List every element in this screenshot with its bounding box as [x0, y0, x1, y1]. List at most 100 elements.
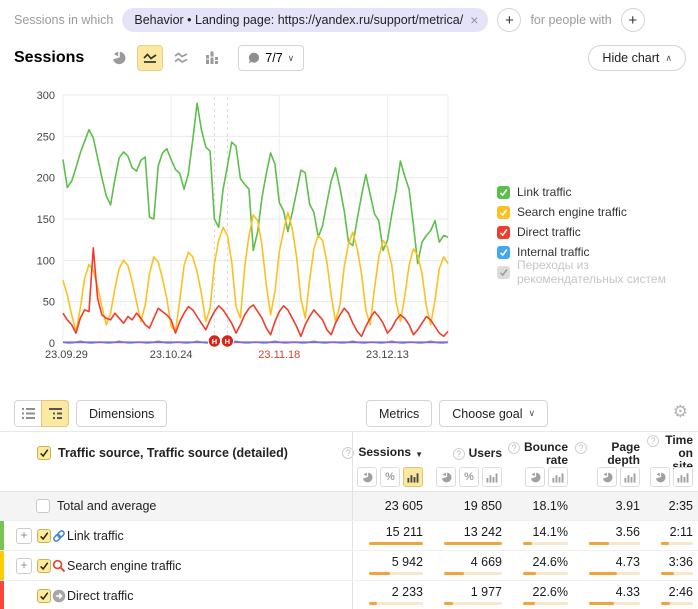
y-axis-tick-label: 50: [43, 297, 55, 309]
x-axis-tick-label: 23.09.29: [45, 349, 88, 361]
dimension-icons-spacer: [0, 463, 353, 491]
metric-value-cell: 13 242: [428, 526, 507, 545]
column-header-page-depth[interactable]: ?Page depth: [573, 439, 645, 467]
sessions-line-chart[interactable]: 05010015020025030023.09.2923.10.2423.11.…: [20, 85, 460, 365]
legend-item[interactable]: Переходы из рекомендательных систем: [497, 262, 698, 282]
add-people-condition-button[interactable]: +: [621, 8, 645, 32]
select-all-checkbox[interactable]: [37, 446, 51, 460]
help-question-icon[interactable]: ?: [453, 448, 465, 460]
note-pin[interactable]: Н: [221, 335, 233, 347]
legend-label: Link traffic: [517, 185, 571, 199]
pie-display-button[interactable]: [597, 467, 617, 487]
row-label[interactable]: Direct traffic: [0, 589, 133, 603]
y-axis-tick-label: 150: [37, 214, 55, 226]
metric-bar: [369, 602, 423, 605]
check-icon: [39, 591, 49, 601]
metrics-button[interactable]: Metrics: [366, 400, 432, 427]
hide-chart-button[interactable]: Hide chart ∧: [588, 45, 686, 71]
metric-bar: [589, 602, 640, 605]
pie-display-button[interactable]: [436, 467, 456, 487]
metric-value: 4.73: [581, 556, 640, 569]
chevron-down-icon: ∨: [288, 53, 295, 64]
legend-item[interactable]: Search engine traffic: [497, 202, 698, 222]
column-header-bounce-rate[interactable]: ?Bounce rate: [507, 439, 573, 467]
flat-list-icon: [22, 408, 35, 419]
add-session-condition-button[interactable]: +: [497, 8, 521, 32]
stacked-area-chart-type-button[interactable]: [168, 45, 194, 71]
row-checkbox[interactable]: [36, 499, 50, 513]
row-checkbox[interactable]: [37, 529, 51, 543]
dimensions-button[interactable]: Dimensions: [76, 400, 167, 427]
pie-display-button[interactable]: [357, 467, 377, 487]
flat-list-view-button[interactable]: [14, 400, 42, 427]
metric-value: 3.91: [581, 500, 640, 513]
pie-display-button[interactable]: [525, 467, 545, 487]
pie-icon: [362, 472, 373, 483]
row-label[interactable]: Total and average: [0, 499, 156, 513]
metric-value-cell: 18.1%: [507, 500, 573, 513]
check-icon: [499, 228, 508, 237]
metric-value: 18.1%: [515, 500, 568, 513]
legend-item[interactable]: Link traffic: [497, 182, 698, 202]
legend-checkbox[interactable]: [497, 246, 510, 259]
pie-display-button[interactable]: [650, 467, 670, 487]
column-chart-type-button[interactable]: [199, 45, 225, 71]
settings-gear-icon[interactable]: ⚙: [673, 403, 688, 420]
note-pin[interactable]: Н: [208, 335, 220, 347]
remove-segment-icon[interactable]: ×: [470, 13, 478, 27]
direct-arrow-icon: [52, 589, 66, 603]
line-chart-type-button[interactable]: [137, 45, 163, 71]
legend-checkbox[interactable]: [497, 266, 510, 279]
bars-display-button[interactable]: [548, 467, 568, 487]
note-pin-label: Н: [212, 337, 217, 346]
help-question-icon[interactable]: ?: [575, 442, 587, 454]
row-checkbox[interactable]: [37, 559, 51, 573]
expand-row-button[interactable]: +: [16, 528, 32, 544]
metric-value-cell: 3:36: [645, 556, 698, 575]
column-header-users[interactable]: ?Users: [428, 445, 507, 460]
metric-value-cell: 15 211: [353, 526, 428, 545]
check-icon: [39, 448, 49, 458]
segment-chip[interactable]: Behavior • Landing page: https://yandex.…: [122, 8, 488, 32]
bars-display-button[interactable]: [482, 467, 502, 487]
pie-icon: [655, 472, 666, 483]
legend-checkbox[interactable]: [497, 226, 510, 239]
metric-bar: [444, 602, 502, 605]
metric-value-cell: 2:11: [645, 526, 698, 545]
metric-bar: [661, 542, 693, 545]
help-question-icon[interactable]: ?: [508, 442, 520, 454]
percent-display-button[interactable]: %: [459, 467, 479, 487]
legend-item[interactable]: Direct traffic: [497, 222, 698, 242]
legend-checkbox[interactable]: [497, 186, 510, 199]
row-checkbox[interactable]: [37, 589, 51, 603]
metric-bar: [369, 542, 423, 545]
metric-bar: [369, 572, 423, 575]
bars-display-button[interactable]: [620, 467, 640, 487]
pie-chart-type-button[interactable]: [106, 45, 132, 71]
bars-display-button[interactable]: [403, 467, 423, 487]
legend-checkbox[interactable]: [497, 206, 510, 219]
expand-row-button[interactable]: +: [16, 558, 32, 574]
check-icon: [499, 248, 508, 257]
metric-display-switcher: [573, 467, 645, 487]
bars-display-button[interactable]: [673, 467, 693, 487]
pie-icon: [602, 472, 613, 483]
notes-dropdown-button[interactable]: 7/7 ∨: [238, 45, 304, 71]
column-header-sessions[interactable]: ?Sessions▼: [353, 444, 428, 461]
metrics-group: Metrics Choose goal ∨: [366, 400, 548, 427]
series-line: [63, 212, 448, 331]
metric-display-switcher: %: [428, 467, 507, 487]
help-question-icon[interactable]: ?: [647, 435, 659, 447]
tree-list-view-button[interactable]: [41, 400, 69, 427]
percent-display-button[interactable]: %: [380, 467, 400, 487]
metric-bar: [444, 572, 502, 575]
metric-value: 23 605: [361, 500, 423, 513]
page-title: Sessions: [14, 49, 84, 67]
column-header-label: Sessions: [358, 446, 411, 459]
legend-label: Direct traffic: [517, 225, 581, 239]
search-icon: [52, 559, 66, 573]
metric-value: 4 669: [436, 556, 502, 569]
table-row: Direct traffic2 2331 97722.6%4.332:46: [0, 581, 698, 609]
metric-display-switcher: [645, 467, 698, 487]
choose-goal-dropdown[interactable]: Choose goal ∨: [439, 400, 548, 427]
